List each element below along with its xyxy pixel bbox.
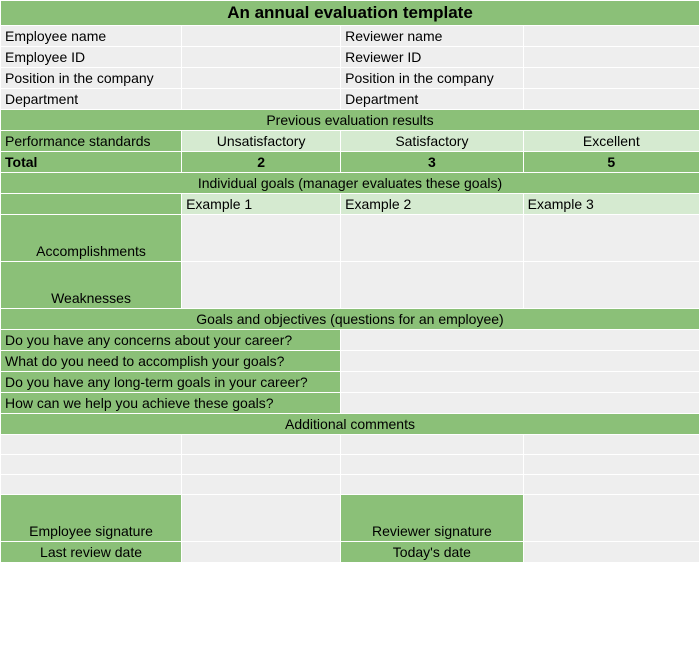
level-satisfactory: Satisfactory	[341, 131, 523, 151]
section-individual-goals: Individual goals (manager evaluates thes…	[1, 173, 699, 193]
goal-example-2: Example 2	[341, 194, 523, 214]
field-reviewer-name[interactable]	[524, 26, 699, 46]
label-employee-id: Employee ID	[1, 47, 181, 67]
comment-cell[interactable]	[524, 455, 699, 474]
total-unsatisfactory: 2	[182, 152, 340, 172]
row-accomplishments: Accomplishments	[1, 215, 181, 261]
field-weaknesses-1[interactable]	[182, 262, 340, 308]
field-employee-id[interactable]	[182, 47, 340, 67]
field-employee-name[interactable]	[182, 26, 340, 46]
goals-corner	[1, 194, 181, 214]
comment-cell[interactable]	[524, 475, 699, 494]
question-2: What do you need to accomplish your goal…	[1, 351, 340, 371]
label-today-date: Today's date	[341, 542, 523, 562]
label-reviewer-name: Reviewer name	[341, 26, 523, 46]
section-previous-results: Previous evaluation results	[1, 110, 699, 130]
field-employee-position[interactable]	[182, 68, 340, 88]
answer-2[interactable]	[341, 351, 699, 371]
comment-cell[interactable]	[341, 435, 523, 454]
answer-1[interactable]	[341, 330, 699, 350]
label-reviewer-signature: Reviewer signature	[341, 495, 523, 541]
answer-4[interactable]	[341, 393, 699, 413]
page-title: An annual evaluation template	[1, 1, 699, 25]
comment-cell[interactable]	[1, 435, 181, 454]
question-4: How can we help you achieve these goals?	[1, 393, 340, 413]
field-reviewer-signature[interactable]	[524, 495, 699, 541]
field-accomplishments-2[interactable]	[341, 215, 523, 261]
label-reviewer-dept: Department	[341, 89, 523, 109]
label-last-review-date: Last review date	[1, 542, 181, 562]
comment-cell[interactable]	[341, 455, 523, 474]
question-1: Do you have any concerns about your care…	[1, 330, 340, 350]
label-performance-standards: Performance standards	[1, 131, 181, 151]
answer-3[interactable]	[341, 372, 699, 392]
comment-cell[interactable]	[182, 435, 340, 454]
level-excellent: Excellent	[524, 131, 699, 151]
total-satisfactory: 3	[341, 152, 523, 172]
field-today-date[interactable]	[524, 542, 699, 562]
label-employee-name: Employee name	[1, 26, 181, 46]
label-employee-position: Position in the company	[1, 68, 181, 88]
field-employee-signature[interactable]	[182, 495, 340, 541]
comment-cell[interactable]	[524, 435, 699, 454]
field-accomplishments-1[interactable]	[182, 215, 340, 261]
field-weaknesses-3[interactable]	[524, 262, 699, 308]
field-weaknesses-2[interactable]	[341, 262, 523, 308]
section-additional-comments: Additional comments	[1, 414, 699, 434]
label-reviewer-position: Position in the company	[341, 68, 523, 88]
question-3: Do you have any long-term goals in your …	[1, 372, 340, 392]
row-weaknesses: Weaknesses	[1, 262, 181, 308]
comment-cell[interactable]	[1, 475, 181, 494]
field-last-review-date[interactable]	[182, 542, 340, 562]
total-excellent: 5	[524, 152, 699, 172]
field-employee-dept[interactable]	[182, 89, 340, 109]
field-reviewer-id[interactable]	[524, 47, 699, 67]
goal-example-3: Example 3	[524, 194, 699, 214]
field-accomplishments-3[interactable]	[524, 215, 699, 261]
label-total: Total	[1, 152, 181, 172]
section-goals-objectives: Goals and objectives (questions for an e…	[1, 309, 699, 329]
comment-cell[interactable]	[1, 455, 181, 474]
comment-cell[interactable]	[182, 475, 340, 494]
label-reviewer-id: Reviewer ID	[341, 47, 523, 67]
label-employee-signature: Employee signature	[1, 495, 181, 541]
comment-cell[interactable]	[341, 475, 523, 494]
evaluation-table: An annual evaluation template Employee n…	[0, 0, 700, 563]
comment-cell[interactable]	[182, 455, 340, 474]
goal-example-1: Example 1	[182, 194, 340, 214]
field-reviewer-position[interactable]	[524, 68, 699, 88]
field-reviewer-dept[interactable]	[524, 89, 699, 109]
label-employee-dept: Department	[1, 89, 181, 109]
level-unsatisfactory: Unsatisfactory	[182, 131, 340, 151]
